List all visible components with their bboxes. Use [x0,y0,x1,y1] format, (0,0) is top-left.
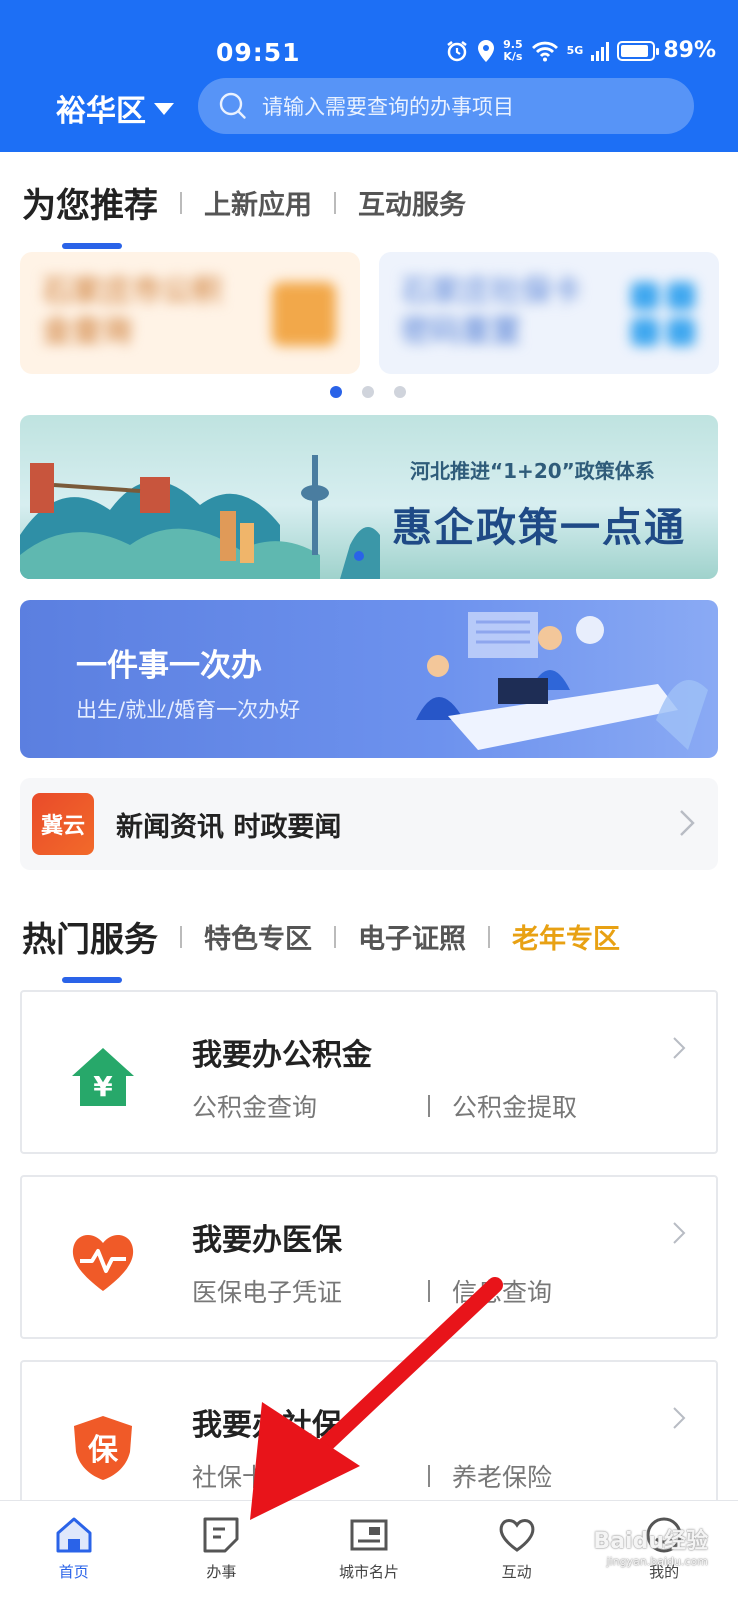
nav-label: 办事 [206,1563,237,1581]
coin-stack-icon [272,282,336,346]
shield-badge-text: 保 [88,1433,119,1468]
one-thing-title: 一件事一次办 [76,648,262,684]
tab-featured-zone[interactable]: 特色专区 [204,917,312,956]
region-selector[interactable]: 裕华区 [56,86,174,130]
tab-divider [334,191,336,214]
service-card-housing-fund[interactable]: ¥ 我要办公积金 公积金查询 公积金提取 [20,990,718,1154]
carousel-dot-active[interactable] [330,386,342,398]
one-thing-subtitle: 出生/就业/婚育一次办好 [76,698,301,722]
tab-hot-service[interactable]: 热门服务 [22,912,158,983]
status-icons: 9.5 K/s 5G 89% [445,38,716,63]
baidu-jingyan-watermark: Baidu经验 jingyan.baidu.com [593,1529,708,1568]
heart-pulse-icon [72,1234,134,1291]
nav-item-city-card[interactable]: 城市名片 [295,1501,443,1600]
jiyun-logo: 冀云 [32,793,94,855]
tab-divider [488,925,490,948]
battery-icon [617,40,660,61]
house-yuan-icon: ¥ [72,1048,134,1106]
search-icon [219,92,246,119]
status-bar: 09:51 9.5 K/s 5G 89% [0,38,738,68]
sublink-divider [428,1095,430,1117]
banner-subtitle: 河北推进“1+20”政策体系 [410,459,655,483]
signal-icon [591,41,610,61]
city-landscape-illustration [20,455,380,579]
one-thing-one-time-banner[interactable]: 一件事一次办 出生/就业/婚育一次办好 [20,600,718,758]
banner-title: 惠企政策一点通 [392,504,686,551]
service-card-medical-insurance[interactable]: 我要办医保 医保电子凭证 信息查询 [20,1175,718,1339]
service-title: 我要办社保 [192,1408,342,1443]
document-icon [203,1517,239,1553]
sublink-divider [428,1465,430,1487]
recommend-card-social-card[interactable]: 石家庄社保卡 密码重置 [379,252,719,374]
recommend-tabs: 为您推荐 上新应用 互动服务 [22,178,466,249]
status-time: 09:51 [216,38,301,67]
app-grid-icon [631,282,695,346]
tab-senior-zone[interactable]: 老年专区 [512,917,620,956]
carousel-dot[interactable] [394,386,406,398]
service-sublink[interactable]: 养老保险 [452,1458,552,1494]
shield-icon: 保 [74,1416,132,1480]
nav-item-interact[interactable]: 互动 [443,1501,591,1600]
service-counter-illustration [416,612,708,750]
nav-label: 首页 [58,1563,89,1581]
nav-item-home[interactable]: 首页 [0,1501,148,1600]
app-header: 09:51 9.5 K/s 5G 89% 裕华区 请输入需要查询的办事项目 [0,0,738,152]
service-title: 我要办医保 [192,1223,342,1258]
chevron-right-icon [673,1037,686,1059]
news-row[interactable]: 冀云 新闻资讯 时政要闻 [20,778,718,870]
service-sublink[interactable]: 社保卡 [192,1458,267,1494]
network-type: 5G [566,43,584,57]
chevron-down-icon [154,103,174,115]
search-placeholder: 请输入需要查询的办事项目 [262,95,514,119]
hot-service-tabs: 热门服务 特色专区 电子证照 老年专区 [22,912,620,983]
chevron-right-icon [673,1222,686,1244]
location-icon [478,39,495,62]
nav-label: 互动 [501,1563,532,1581]
policy-banner[interactable]: 河北推进“1+20”政策体系 惠企政策一点通 [20,415,718,579]
tab-e-license[interactable]: 电子证照 [358,917,466,956]
carousel-dot[interactable] [362,386,374,398]
tab-divider [180,191,182,214]
news-label: 新闻资讯 时政要闻 [116,811,342,843]
tab-interactive-service[interactable]: 互动服务 [358,183,466,222]
nav-label: 城市名片 [338,1563,399,1581]
recommend-card-title: 石家庄社保卡 密码重置 [401,274,581,349]
tab-new-apps[interactable]: 上新应用 [204,183,312,222]
chevron-right-icon [680,810,695,836]
service-sublink[interactable]: 公积金查询 [192,1088,317,1124]
wifi-icon [531,41,558,61]
card-icon [350,1519,388,1551]
tab-divider [180,925,182,948]
network-speed: 9.5 K/s [503,37,523,63]
region-label: 裕华区 [56,94,146,129]
banner-indicator-dot [354,551,364,561]
tab-divider [334,925,336,948]
service-sublink[interactable]: 公积金提取 [452,1088,577,1124]
service-sublink[interactable]: 信息查询 [452,1273,552,1309]
search-input[interactable]: 请输入需要查询的办事项目 [198,78,694,134]
home-icon [56,1517,92,1553]
recommend-card-title: 石家庄市公积 金查询 [42,274,222,349]
service-title: 我要办公积金 [192,1038,372,1073]
battery-percent: 89% [663,38,716,63]
service-sublinks: 社保卡 养老保险 [192,1458,552,1494]
tab-recommend[interactable]: 为您推荐 [22,178,158,249]
svg-text:¥: ¥ [93,1070,113,1103]
carousel-indicator [330,386,406,398]
heart-icon [499,1519,534,1552]
service-sublink[interactable]: 医保电子凭证 [192,1273,342,1309]
recommend-card-housing-fund[interactable]: 石家庄市公积 金查询 [20,252,360,374]
alarm-icon [447,40,467,61]
nav-item-services[interactable]: 办事 [148,1501,296,1600]
service-sublinks: 医保电子凭证 信息查询 [192,1273,552,1309]
service-sublinks: 公积金查询 公积金提取 [192,1088,577,1124]
chevron-right-icon [673,1407,686,1429]
sublink-divider [428,1280,430,1302]
